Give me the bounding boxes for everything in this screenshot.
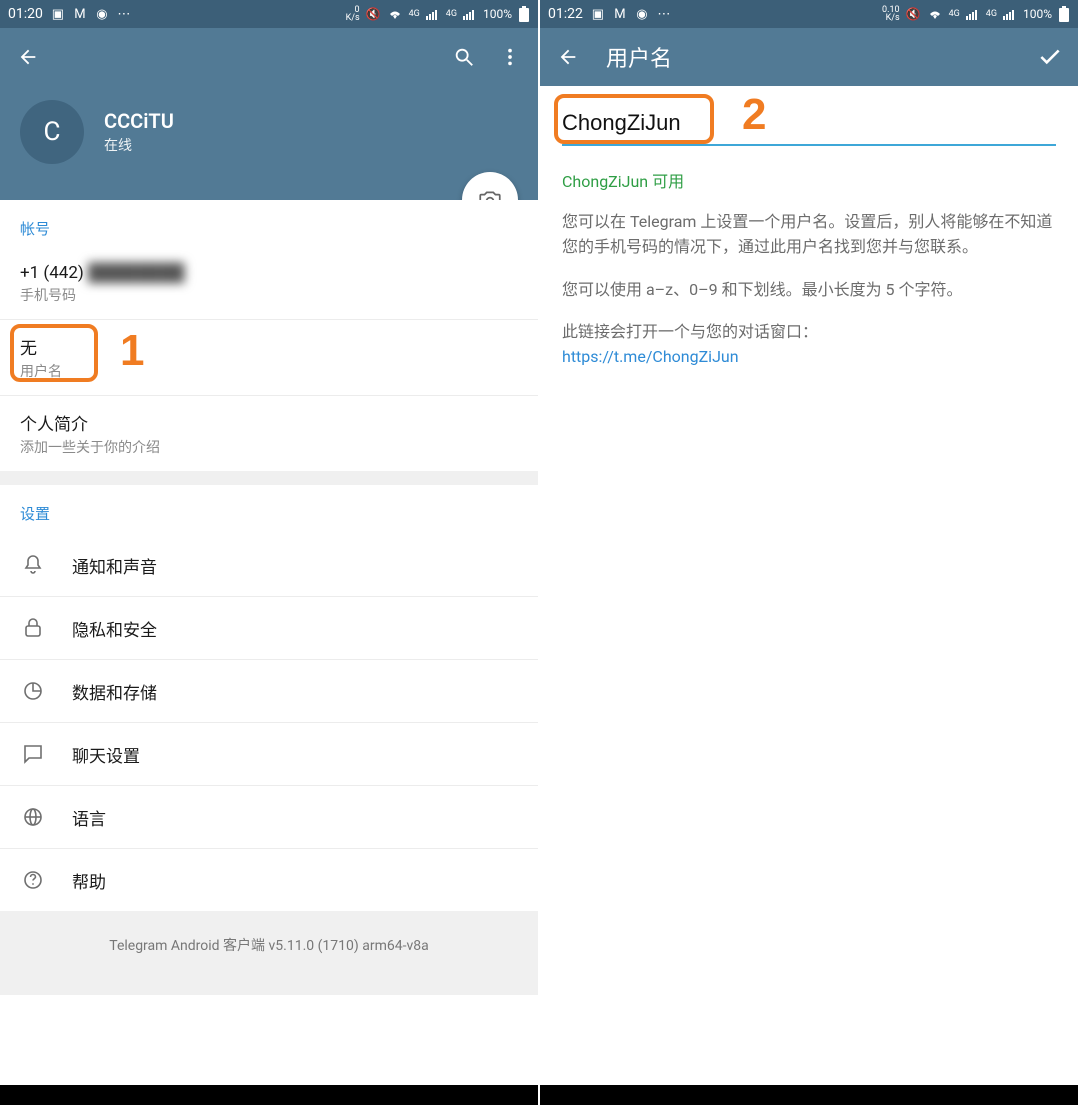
annotation-2: 2 <box>742 90 766 140</box>
bio-title: 个人简介 <box>20 410 518 435</box>
right-screen: 01:22 ▣ M ◉ ⋯ 0.10 K/s 🔇 4G 4G 100% <box>540 0 1080 1105</box>
account-section: 帐号 +1 (442) ████████ 手机号码 无 用户名 1 个人简介 添… <box>0 200 538 471</box>
status-bar: 01:20 ▣ M ◉ ⋯ 0 K/s 🔇 4G 4G 100% <box>0 0 538 28</box>
description-1: 您可以在 Telegram 上设置一个用户名。设置后，别人将能够在不知道您的手机… <box>562 210 1056 260</box>
lock-icon <box>20 615 46 641</box>
phone-label: 手机号码 <box>20 285 518 305</box>
net-speed: 0 K/s <box>346 6 360 22</box>
description-3: 此链接会打开一个与您的对话窗口： https://t.me/ChongZiJun <box>562 320 1056 370</box>
appbar-title: 用户名 <box>606 41 672 73</box>
app-bar <box>0 28 538 86</box>
availability-text: ChongZiJun 可用 <box>562 168 1056 192</box>
signal-bars-icon <box>966 8 980 20</box>
settings-notifications[interactable]: 通知和声音 <box>0 534 538 597</box>
help-icon <box>20 867 46 893</box>
signal-icon: 4G <box>949 9 960 19</box>
battery-icon <box>1058 6 1070 22</box>
version-footer: Telegram Android 客户端 v5.11.0 (1710) arm6… <box>0 911 538 995</box>
settings-item-label: 数据和存储 <box>72 679 157 704</box>
account-title: 帐号 <box>0 200 538 249</box>
settings-item-label: 通知和声音 <box>72 553 157 578</box>
settings-item-label: 聊天设置 <box>72 742 140 767</box>
settings-language[interactable]: 语言 <box>0 786 538 849</box>
settings-item-label: 语言 <box>72 805 106 830</box>
username-row[interactable]: 无 用户名 1 <box>0 320 538 396</box>
confirm-button[interactable] <box>1036 43 1064 71</box>
phone-number: +1 (442) <box>20 263 88 283</box>
signal-bars-icon-2 <box>463 8 477 20</box>
mail-icon: M <box>613 7 627 21</box>
phone-blurred: ████████ <box>88 263 184 283</box>
menu-button[interactable] <box>496 43 524 71</box>
chat-icon: ◉ <box>95 7 109 21</box>
settings-item-label: 隐私和安全 <box>72 616 157 641</box>
link-intro: 此链接会打开一个与您的对话窗口： <box>562 322 818 341</box>
signal-bars-icon-2 <box>1003 8 1017 20</box>
status-time: 01:22 <box>548 6 583 22</box>
battery-text: 100% <box>483 7 512 21</box>
username-editor: 2 ChongZiJun 可用 您可以在 Telegram 上设置一个用户名。设… <box>540 86 1078 1085</box>
avatar[interactable]: C <box>20 100 84 164</box>
signal-icon: 4G <box>409 9 420 19</box>
profile-name: CCCiTU <box>104 109 174 133</box>
profile-link[interactable]: https://t.me/ChongZiJun <box>562 347 739 366</box>
chat-icon: ◉ <box>635 7 649 21</box>
username-value: 无 <box>20 334 518 359</box>
settings-chat[interactable]: 聊天设置 <box>0 723 538 786</box>
bell-icon <box>20 552 46 578</box>
mute-icon: 🔇 <box>366 7 381 21</box>
wifi-icon <box>927 8 943 20</box>
section-gap <box>0 471 538 485</box>
signal-icon-2: 4G <box>446 9 457 19</box>
settings-privacy[interactable]: 隐私和安全 <box>0 597 538 660</box>
settings-section: 设置 通知和声音 隐私和安全 数据和存储 聊天设置 <box>0 485 538 911</box>
chat-settings-icon <box>20 741 46 767</box>
phone-row[interactable]: +1 (442) ████████ 手机号码 <box>0 249 538 320</box>
wifi-icon <box>387 8 403 20</box>
mail-icon: M <box>73 7 87 21</box>
bio-row[interactable]: 个人简介 添加一些关于你的介绍 <box>0 396 538 471</box>
back-button[interactable] <box>554 43 582 71</box>
settings-item-label: 帮助 <box>72 868 106 893</box>
left-screen: 01:20 ▣ M ◉ ⋯ 0 K/s 🔇 4G 4G 100% <box>0 0 540 1105</box>
net-speed: 0.10 K/s <box>882 6 900 22</box>
profile-status: 在线 <box>104 135 174 155</box>
status-bar: 01:22 ▣ M ◉ ⋯ 0.10 K/s 🔇 4G 4G 100% <box>540 0 1078 28</box>
status-time: 01:20 <box>8 6 43 22</box>
image-icon: ▣ <box>51 7 65 21</box>
description-2: 您可以使用 a–z、0–9 和下划线。最小长度为 5 个字符。 <box>562 278 1056 303</box>
annotation-1: 1 <box>120 326 144 376</box>
username-input[interactable] <box>562 106 1056 146</box>
image-icon: ▣ <box>591 7 605 21</box>
back-button[interactable] <box>14 43 42 71</box>
profile-header: C CCCiTU 在线 <box>0 86 538 200</box>
settings-title: 设置 <box>0 485 538 534</box>
data-icon <box>20 678 46 704</box>
bio-hint: 添加一些关于你的介绍 <box>20 437 518 457</box>
more-icon: ⋯ <box>117 7 131 21</box>
search-button[interactable] <box>450 43 478 71</box>
settings-data[interactable]: 数据和存储 <box>0 660 538 723</box>
mute-icon: 🔇 <box>906 7 921 21</box>
username-label: 用户名 <box>20 361 518 381</box>
android-nav-bar <box>0 1085 538 1105</box>
globe-icon <box>20 804 46 830</box>
signal-icon-2: 4G <box>986 9 997 19</box>
app-bar: 用户名 <box>540 28 1078 86</box>
more-icon: ⋯ <box>657 7 671 21</box>
battery-text: 100% <box>1023 7 1052 21</box>
avatar-letter: C <box>44 117 61 147</box>
android-nav-bar <box>540 1085 1078 1105</box>
signal-bars-icon <box>426 8 440 20</box>
battery-icon <box>518 6 530 22</box>
settings-help[interactable]: 帮助 <box>0 849 538 911</box>
